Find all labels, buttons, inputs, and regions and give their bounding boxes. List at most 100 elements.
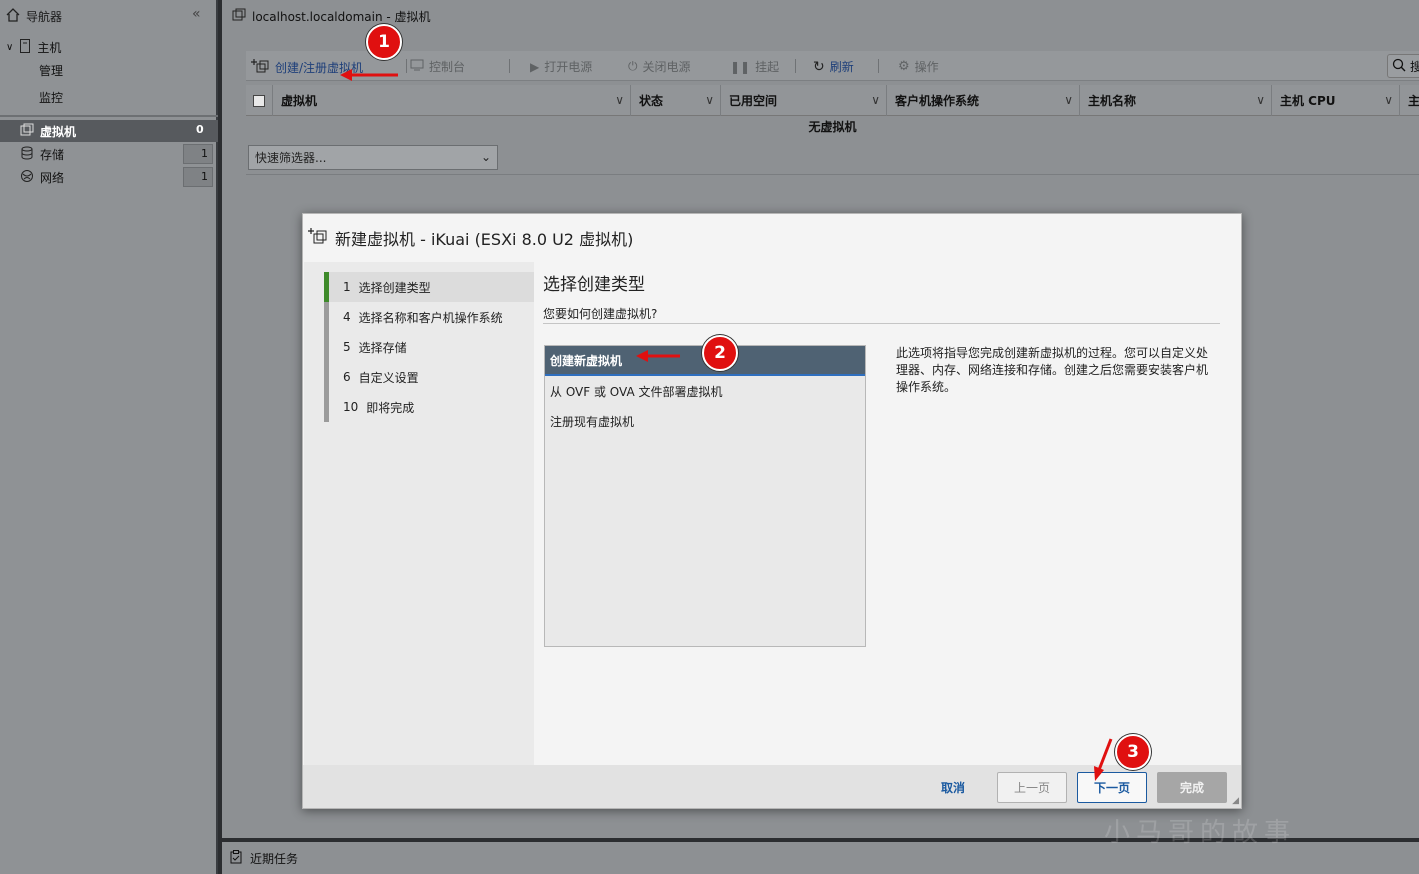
sidebar-item-host[interactable]: ∨ 主机: [6, 39, 61, 56]
add-vm-icon: [307, 227, 329, 249]
button-label: 刷新: [829, 60, 854, 74]
create-register-vm-button[interactable]: 创建/注册虚拟机: [250, 58, 363, 77]
step-number: 4: [343, 310, 351, 324]
play-icon: ▶: [530, 59, 540, 74]
column-label: 主机 CPU: [1280, 94, 1336, 108]
console-button[interactable]: 控制台: [410, 58, 465, 75]
resize-handle-icon[interactable]: ◢: [1232, 796, 1239, 806]
gear-icon: ⚙: [898, 59, 910, 74]
previous-button[interactable]: 上一页: [997, 772, 1067, 803]
step-marker-1: 1: [366, 24, 402, 60]
dialog-title-text: 新建虚拟机 - iKuai (ESXi 8.0 U2 虚拟机): [335, 230, 634, 249]
button-label: 挂起: [755, 60, 780, 74]
sidebar-item-storage[interactable]: 存储: [20, 146, 64, 163]
sidebar-item-vms[interactable]: 虚拟机: [20, 123, 76, 140]
suspend-button[interactable]: ❚❚ 挂起: [730, 58, 779, 75]
column-label: 主: [1408, 94, 1419, 108]
chevron-down-icon[interactable]: ∨: [871, 93, 880, 107]
wizard-step-4[interactable]: 4 选择名称和客户机操作系统: [324, 302, 534, 332]
toolbar: 创建/注册虚拟机 控制台 ▶ 打开电源 ⏻ 关闭电源 ❚❚ 挂起 ↻ 刷新 ⚙ …: [246, 51, 1419, 81]
chevron-down-icon[interactable]: ∨: [705, 93, 714, 107]
step-number: 6: [343, 370, 351, 384]
refresh-icon: ↻: [813, 58, 825, 75]
column-header-guest-os[interactable]: 客户机操作系统 ∨: [887, 85, 1080, 116]
column-label: 状态: [639, 94, 664, 108]
clipboard-icon: [230, 849, 242, 867]
count-badge: 1: [183, 144, 213, 164]
storage-icon: [20, 146, 34, 163]
sidebar-item-label: 存储: [40, 148, 65, 162]
sidebar-item-label: 网络: [40, 171, 65, 185]
wizard-step-10[interactable]: 10 即将完成: [324, 392, 534, 422]
wizard-step-6[interactable]: 6 自定义设置: [324, 362, 534, 392]
power-on-button[interactable]: ▶ 打开电源: [530, 58, 592, 75]
chevron-down-icon[interactable]: ∨: [1384, 93, 1393, 107]
wizard-content: 选择创建类型 您要如何创建虚拟机?: [543, 270, 1221, 322]
vm-icon: [232, 8, 246, 25]
sidebar-item-monitor[interactable]: 监控: [39, 89, 63, 106]
option-deploy-ovf-ova[interactable]: 从 OVF 或 OVA 文件部署虚拟机: [545, 376, 865, 406]
column-header-vm[interactable]: 虚拟机 ∨: [273, 85, 631, 116]
power-off-button[interactable]: ⏻ 关闭电源: [628, 58, 691, 75]
double-chevron-left-icon[interactable]: «: [192, 6, 201, 22]
home-icon: [6, 7, 20, 25]
quick-filter-select[interactable]: 快速筛选器... ⌄: [248, 145, 498, 170]
chevron-down-icon[interactable]: ∨: [1064, 93, 1073, 107]
section-subheading: 您要如何创建虚拟机?: [543, 307, 658, 321]
sidebar-item-label: 主机: [37, 41, 62, 55]
cancel-button[interactable]: 取消: [923, 772, 983, 803]
column-header-status[interactable]: 状态 ∨: [631, 85, 721, 116]
divider: [795, 59, 796, 73]
chevron-down-icon: ⌄: [480, 150, 491, 164]
step-marker-2: 2: [702, 335, 738, 371]
divider: [246, 174, 1419, 175]
search-label: 搜索: [1410, 59, 1419, 74]
wizard-steps: 1 选择创建类型 4 选择名称和客户机操作系统 5 选择存储 6 自定义设置 1…: [304, 262, 534, 765]
option-register-existing-vm[interactable]: 注册现有虚拟机: [545, 406, 865, 436]
finish-button[interactable]: 完成: [1157, 772, 1227, 803]
wizard-step-5[interactable]: 5 选择存储: [324, 332, 534, 362]
step-label: 选择存储: [358, 340, 407, 355]
button-label: 创建/注册虚拟机: [275, 61, 364, 75]
column-label: 虚拟机: [281, 94, 318, 108]
new-vm-dialog: 新建虚拟机 - iKuai (ESXi 8.0 U2 虚拟机) 1 选择创建类型…: [302, 213, 1242, 809]
button-label: 关闭电源: [642, 60, 691, 74]
next-button[interactable]: 下一页: [1077, 772, 1147, 803]
search-icon: [1392, 58, 1406, 75]
step-number: 1: [343, 280, 351, 294]
step-number: 10: [343, 400, 359, 414]
column-header-host-cpu[interactable]: 主机 CPU ∨: [1272, 85, 1400, 116]
host-icon: [19, 39, 31, 56]
navigator-title: 导航器: [26, 9, 63, 24]
chevron-down-icon[interactable]: ∨: [1256, 93, 1265, 107]
column-header-used-space[interactable]: 已用空间 ∨: [721, 85, 887, 116]
recent-tasks-label: 近期任务: [250, 851, 299, 866]
watermark: 小马哥的故事: [1104, 818, 1297, 848]
column-label: 已用空间: [729, 94, 778, 108]
step-label: 即将完成: [366, 400, 415, 415]
sidebar-item-network[interactable]: 网络: [20, 169, 64, 186]
divider: [509, 59, 510, 73]
step-label: 选择名称和客户机操作系统: [358, 310, 503, 325]
column-header-truncated[interactable]: 主: [1400, 85, 1419, 116]
actions-button[interactable]: ⚙ 操作: [898, 58, 939, 75]
monitor-icon: [410, 59, 424, 74]
sidebar-item-label: 管理: [39, 64, 64, 78]
chevron-down-icon[interactable]: ∨: [6, 42, 13, 53]
search-button[interactable]: 搜索: [1387, 54, 1419, 78]
select-all-checkbox-cell[interactable]: [246, 85, 273, 116]
refresh-button[interactable]: ↻ 刷新: [813, 58, 854, 75]
button-label: 控制台: [429, 60, 466, 74]
table-header: 虚拟机 ∨ 状态 ∨ 已用空间 ∨ 客户机操作系统 ∨ 主机名称 ∨ 主机 CPU ∨ 主: [246, 85, 1419, 116]
chevron-down-icon[interactable]: ∨: [615, 93, 624, 107]
navigator-pane: 导航器 « ∨ 主机 管理 监控 虚拟机 0 存储 1 网络 1: [0, 0, 218, 874]
empty-table-text: 无虚拟机: [808, 120, 857, 134]
button-label: 操作: [914, 60, 939, 74]
sidebar-item-manage[interactable]: 管理: [39, 62, 63, 79]
wizard-step-1[interactable]: 1 选择创建类型: [324, 272, 534, 302]
select-all-checkbox[interactable]: [253, 94, 265, 107]
option-description: 此选项将指导您完成创建新虚拟机的过程。您可以自定义处理器、内存、网络连接和存储。…: [896, 346, 1209, 394]
step-marker-3: 3: [1115, 734, 1151, 770]
column-header-host-name[interactable]: 主机名称 ∨: [1080, 85, 1272, 116]
sidebar-item-label: 虚拟机: [40, 125, 77, 139]
